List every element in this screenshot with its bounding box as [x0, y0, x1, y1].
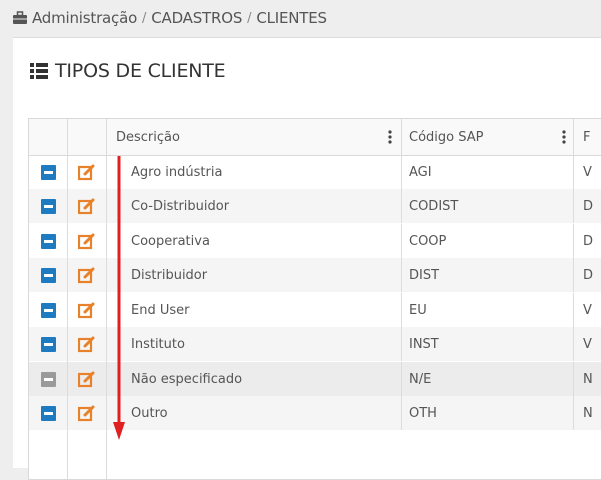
row-description: End User	[131, 302, 190, 318]
minus-square-icon[interactable]	[40, 164, 56, 180]
briefcase-icon	[12, 11, 28, 25]
minus-square-icon[interactable]	[40, 302, 56, 318]
row-toggle[interactable]	[29, 155, 67, 189]
minus-square-icon[interactable]	[40, 233, 56, 249]
breadcrumb-separator: /	[142, 10, 147, 26]
page-title-text: TIPOS DE CLIENTE	[55, 60, 226, 82]
minus-square-icon[interactable]	[40, 198, 56, 214]
edit-icon[interactable]	[78, 336, 96, 353]
kebab-menu-icon[interactable]	[559, 119, 569, 155]
row-edit[interactable]	[68, 327, 106, 361]
minus-square-icon[interactable]	[40, 267, 56, 283]
edit-icon[interactable]	[78, 371, 96, 388]
row-toggle[interactable]	[29, 396, 67, 430]
table-row[interactable]: Não especificado N/E N	[29, 362, 601, 396]
row-description: Cooperativa	[131, 233, 210, 249]
edit-icon[interactable]	[78, 233, 96, 250]
row-sap-code: OTH	[409, 405, 437, 421]
client-types-grid: Descrição Código SAP F Agro indústria AGI…	[28, 118, 601, 480]
row-next-value: D	[583, 198, 594, 214]
edit-icon[interactable]	[78, 267, 96, 284]
table-row[interactable]: Outro OTH N	[29, 396, 601, 430]
minus-square-icon[interactable]	[40, 371, 56, 387]
edit-icon[interactable]	[78, 198, 96, 215]
edit-icon[interactable]	[78, 164, 96, 181]
minus-square-icon[interactable]	[40, 405, 56, 421]
row-next-value: N	[583, 371, 593, 387]
edit-icon[interactable]	[78, 302, 96, 319]
page-title: TIPOS DE CLIENTE	[29, 60, 226, 82]
row-sap-code: AGI	[409, 164, 432, 180]
table-row[interactable]: End User EU V	[29, 293, 601, 327]
row-description: Não especificado	[131, 371, 243, 387]
header-sap-code[interactable]: Código SAP	[401, 119, 573, 155]
row-sap-code: DIST	[409, 267, 440, 283]
row-toggle[interactable]	[29, 224, 67, 258]
row-toggle[interactable]	[29, 327, 67, 361]
row-edit[interactable]	[68, 258, 106, 292]
row-edit[interactable]	[68, 189, 106, 223]
row-edit[interactable]	[68, 155, 106, 189]
row-edit[interactable]	[68, 293, 106, 327]
table-row[interactable]: Distribuidor DIST D	[29, 258, 601, 292]
row-description: Instituto	[131, 336, 185, 352]
row-sap-code: CODIST	[409, 198, 459, 214]
row-description: Outro	[131, 405, 168, 421]
content-panel: TIPOS DE CLIENTE Descrição Código SAP F …	[13, 37, 601, 480]
edit-icon[interactable]	[78, 405, 96, 422]
row-next-value: V	[583, 336, 592, 352]
kebab-menu-icon[interactable]	[385, 119, 395, 155]
row-description: Agro indústria	[131, 164, 223, 180]
row-edit[interactable]	[68, 396, 106, 430]
breadcrumb: Administração / CADASTROS / CLIENTES	[0, 0, 601, 36]
row-toggle[interactable]	[29, 362, 67, 396]
row-sap-code: COOP	[409, 233, 447, 249]
row-next-value: N	[583, 405, 593, 421]
row-description: Co-Distribuidor	[131, 198, 230, 214]
breadcrumb-separator: /	[247, 10, 252, 26]
row-edit[interactable]	[68, 362, 106, 396]
row-toggle[interactable]	[29, 189, 67, 223]
row-toggle[interactable]	[29, 258, 67, 292]
row-next-value: D	[583, 267, 594, 283]
table-row[interactable]: Agro indústria AGI V	[29, 155, 601, 189]
row-edit[interactable]	[68, 224, 106, 258]
header-next-column[interactable]: F	[573, 119, 601, 155]
breadcrumb-root[interactable]: Administração	[32, 9, 137, 27]
row-sap-code: EU	[409, 302, 427, 318]
row-sap-code: N/E	[409, 371, 432, 387]
row-description: Distribuidor	[131, 267, 208, 283]
list-icon	[29, 62, 49, 80]
minus-square-icon[interactable]	[40, 336, 56, 352]
row-toggle[interactable]	[29, 293, 67, 327]
table-row[interactable]: Co-Distribuidor CODIST D	[29, 189, 601, 223]
row-next-value: D	[583, 233, 594, 249]
breadcrumb-clientes: CLIENTES	[256, 9, 327, 27]
header-toggle-column	[29, 119, 67, 155]
table-row[interactable]: Instituto INST V	[29, 327, 601, 361]
row-sap-code: INST	[409, 336, 439, 352]
row-next-value: V	[583, 164, 592, 180]
header-description[interactable]: Descrição	[107, 119, 401, 155]
row-next-value: V	[583, 302, 592, 318]
breadcrumb-cadastros[interactable]: CADASTROS	[151, 9, 242, 27]
grid-header: Descrição Código SAP F	[29, 119, 601, 156]
header-edit-column	[68, 119, 106, 155]
table-row[interactable]: Cooperativa COOP D	[29, 224, 601, 258]
